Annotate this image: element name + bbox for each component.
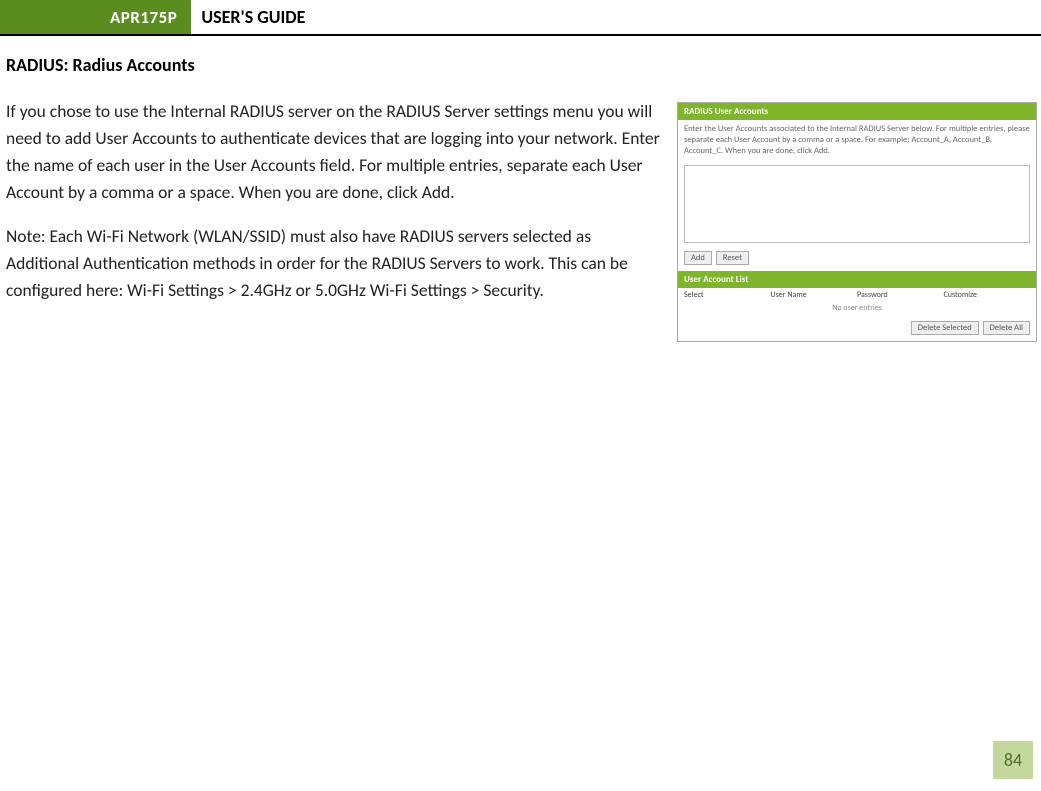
product-badge: APR175P — [0, 0, 191, 34]
figure-empty-row: No user entries — [678, 302, 1036, 319]
figure-description: Enter the User Accounts associated to th… — [678, 120, 1036, 163]
page-number: 84 — [993, 741, 1033, 779]
reset-button[interactable]: Reset — [716, 251, 749, 265]
col-customize: Customize — [944, 290, 1031, 300]
document-title: USER'S GUIDE — [191, 0, 305, 34]
page-content: RADIUS: Radius Accounts If you chose to … — [0, 54, 1041, 342]
delete-selected-button[interactable]: Delete Selected — [911, 321, 979, 335]
col-select: Select — [684, 290, 771, 300]
user-accounts-textarea[interactable] — [684, 165, 1030, 243]
paragraph-2: Note: Each Wi-Fi Network (WLAN/SSID) mus… — [6, 223, 661, 304]
col-username: User Name — [771, 290, 858, 300]
figure-table-header: Select User Name Password Customize — [678, 288, 1036, 302]
section-title: RADIUS: Radius Accounts — [6, 54, 1035, 76]
document-header: APR175P USER'S GUIDE — [0, 0, 1041, 36]
paragraph-1: If you chose to use the Internal RADIUS … — [6, 98, 661, 207]
figure-header-accounts: RADIUS User Accounts — [678, 103, 1036, 120]
figure-header-list: User Account List — [678, 271, 1036, 288]
add-button[interactable]: Add — [684, 251, 712, 265]
delete-all-button[interactable]: Delete All — [983, 321, 1030, 335]
col-password: Password — [857, 290, 944, 300]
body-text: If you chose to use the Internal RADIUS … — [6, 98, 661, 320]
radius-accounts-screenshot: RADIUS User Accounts Enter the User Acco… — [677, 102, 1037, 342]
